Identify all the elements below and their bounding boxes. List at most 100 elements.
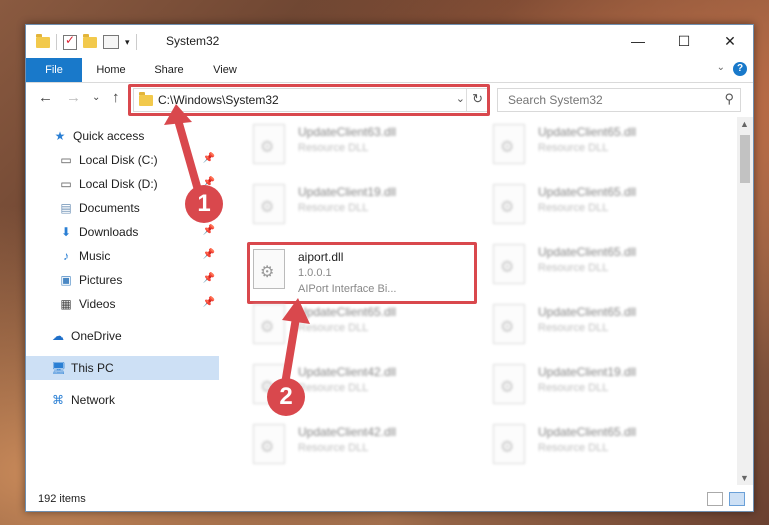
explorer-window: ▾ System32 — ☐ ✕ File Home Share View ⌄ … <box>25 24 754 512</box>
file-name: UpdateClient19.dll <box>298 185 397 199</box>
large-icons-view-icon[interactable] <box>729 492 745 506</box>
file-item[interactable]: UpdateClient65.dll Resource DLL <box>483 301 713 353</box>
file-item[interactable]: UpdateClient19.dll Resource DLL <box>483 361 713 413</box>
sidebar-item-label: Videos <box>79 297 116 311</box>
sidebar-item-label: This PC <box>71 361 114 375</box>
network-icon: ⌘ <box>52 393 64 407</box>
rename-icon[interactable] <box>103 35 119 49</box>
dll-file-icon <box>253 184 285 224</box>
sidebar-item-label: Downloads <box>79 225 139 239</box>
documents-icon: ▤ <box>60 201 72 215</box>
tab-file[interactable]: File <box>26 58 82 82</box>
drive-icon: ▭ <box>60 153 72 167</box>
pin-icon: 📌 <box>202 297 215 308</box>
sidebar-item-videos[interactable]: ▦ Videos 📌 <box>26 292 219 316</box>
downloads-icon: ⬇ <box>60 225 72 239</box>
search-icon[interactable]: ⚲ <box>724 91 734 107</box>
tab-home[interactable]: Home <box>86 58 136 82</box>
tab-share[interactable]: Share <box>144 58 194 82</box>
file-item[interactable]: UpdateClient65.dll Resource DLL <box>483 181 713 233</box>
details-view-icon[interactable] <box>707 492 723 506</box>
sidebar-item-downloads[interactable]: ⬇ Downloads 📌 <box>26 220 219 244</box>
scroll-up-icon[interactable]: ▲ <box>740 119 749 129</box>
file-item[interactable]: UpdateClient63.dll Resource DLL <box>243 121 473 173</box>
file-name: UpdateClient65.dll <box>538 305 637 319</box>
file-name: UpdateClient65.dll <box>298 305 397 319</box>
vertical-scrollbar[interactable]: ▲ ▼ <box>737 117 753 485</box>
properties-check-icon[interactable] <box>63 33 77 50</box>
sidebar-item-label: Pictures <box>79 273 123 287</box>
close-button[interactable]: ✕ <box>707 25 753 57</box>
back-arrow-icon[interactable]: ← <box>38 89 53 106</box>
callout-1: 1 <box>185 185 223 223</box>
sidebar-item-label: Quick access <box>73 129 145 143</box>
cloud-icon: ☁ <box>52 329 64 343</box>
sidebar-item-pictures[interactable]: ▣ Pictures 📌 <box>26 268 219 292</box>
scroll-down-icon[interactable]: ▼ <box>740 473 749 483</box>
file-description: Resource DLL <box>538 442 609 454</box>
file-name: UpdateClient42.dll <box>298 365 397 379</box>
file-name: UpdateClient65.dll <box>538 125 637 139</box>
sidebar-item-label: Local Disk (C:) <box>79 153 158 167</box>
file-name: UpdateClient65.dll <box>538 425 637 439</box>
file-item[interactable]: UpdateClient42.dll Resource DLL <box>243 421 473 473</box>
sidebar-item-music[interactable]: ♪ Music 📌 <box>26 244 219 268</box>
quick-access-toolbar: ▾ <box>36 33 137 50</box>
file-description: Resource DLL <box>538 202 609 214</box>
window-title: System32 <box>166 34 220 48</box>
file-name: UpdateClient65.dll <box>538 185 637 199</box>
sidebar-item-onedrive[interactable]: ☁ OneDrive <box>26 324 219 348</box>
ribbon-tabs: File Home Share View ⌄ ? <box>26 58 753 83</box>
file-highlight-box <box>247 242 477 304</box>
sidebar-item-network[interactable]: ⌘ Network <box>26 388 219 412</box>
minimize-button[interactable]: — <box>615 25 661 57</box>
dll-file-icon <box>493 304 525 344</box>
customize-toolbar-icon[interactable]: ▾ <box>125 37 130 48</box>
sidebar-item-local-disk-c[interactable]: ▭ Local Disk (C:) 📌 <box>26 148 219 172</box>
navigation-bar: ← → ⌄ ↑ C:\Windows\System32 ⌄ ↻ ⚲ <box>26 83 753 117</box>
dll-file-icon <box>493 244 525 284</box>
sidebar-item-label: Network <box>71 393 116 407</box>
file-item[interactable]: UpdateClient65.dll Resource DLL <box>483 121 713 173</box>
expand-ribbon-icon[interactable]: ⌄ <box>717 62 725 73</box>
sidebar-item-this-pc[interactable]: 🖥 This PC <box>26 356 219 380</box>
file-item[interactable]: UpdateClient65.dll Resource DLL <box>483 241 713 293</box>
videos-icon: ▦ <box>60 297 72 311</box>
file-description: Resource DLL <box>298 382 369 394</box>
file-description: Resource DLL <box>538 142 609 154</box>
dll-file-icon <box>253 304 285 344</box>
item-count: 192 items <box>38 493 86 505</box>
file-item[interactable]: UpdateClient65.dll Resource DLL <box>243 301 473 353</box>
star-icon: ★ <box>54 129 66 143</box>
tab-view[interactable]: View <box>202 58 248 82</box>
sidebar-item-quick-access[interactable]: ★ Quick access <box>26 124 219 148</box>
up-arrow-icon[interactable]: ↑ <box>112 89 120 106</box>
help-icon[interactable]: ? <box>733 62 747 76</box>
navigation-pane: ★ Quick access ▭ Local Disk (C:) 📌 ▭ Loc… <box>26 121 221 481</box>
sidebar-item-label: Music <box>79 249 111 263</box>
sidebar-item-label: Documents <box>79 201 140 215</box>
view-switcher <box>707 492 745 506</box>
file-name: UpdateClient63.dll <box>298 125 397 139</box>
file-description: Resource DLL <box>538 322 609 334</box>
pin-icon: 📌 <box>202 273 215 284</box>
file-description: Resource DLL <box>298 322 369 334</box>
sidebar-item-label: OneDrive <box>71 329 122 343</box>
file-name: UpdateClient42.dll <box>298 425 397 439</box>
file-item[interactable]: UpdateClient19.dll Resource DLL <box>243 181 473 233</box>
pin-icon: 📌 <box>202 153 215 164</box>
recent-locations-icon[interactable]: ⌄ <box>92 92 100 103</box>
maximize-button[interactable]: ☐ <box>661 25 707 57</box>
file-item[interactable]: UpdateClient65.dll Resource DLL <box>483 421 713 473</box>
new-folder-icon[interactable] <box>83 33 97 48</box>
forward-arrow-icon[interactable]: → <box>66 89 81 106</box>
scroll-thumb[interactable] <box>740 135 750 183</box>
pin-icon: 📌 <box>202 249 215 260</box>
file-list: UpdateClient63.dll Resource DLL UpdateCl… <box>231 121 736 481</box>
toolbar-divider <box>56 34 57 50</box>
file-name: UpdateClient65.dll <box>538 245 637 259</box>
dll-file-icon <box>493 184 525 224</box>
search-input[interactable] <box>506 92 710 108</box>
search-box[interactable]: ⚲ <box>497 88 741 112</box>
dll-file-icon <box>253 124 285 164</box>
